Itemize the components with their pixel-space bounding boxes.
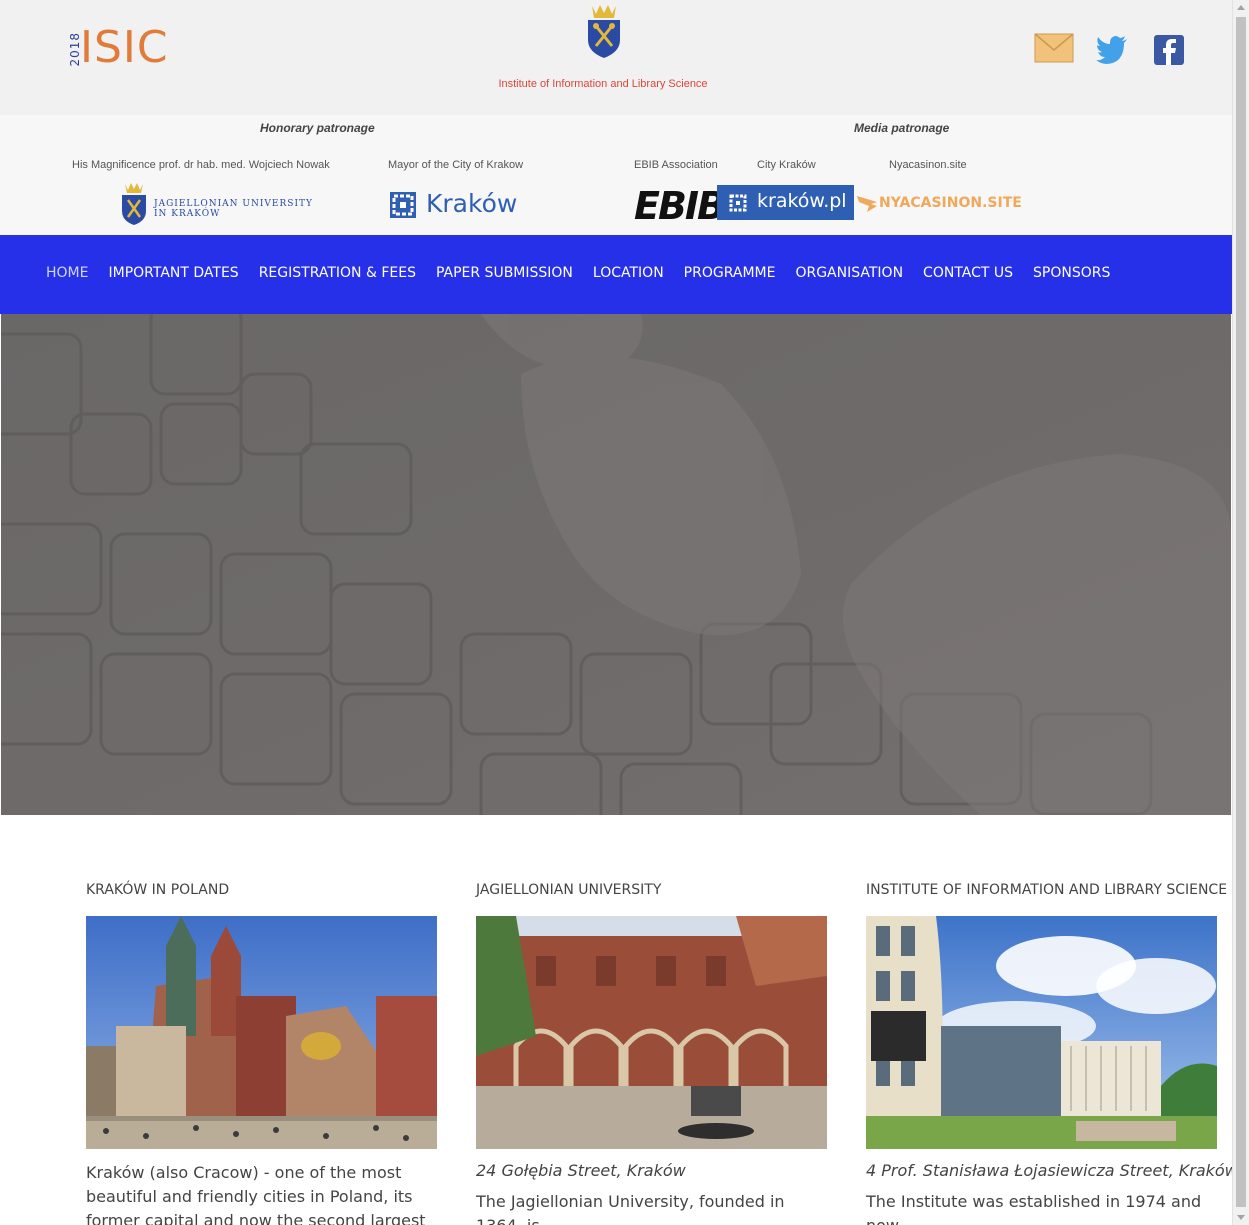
logo-text: NYACASINON.SITE: [879, 195, 1022, 211]
mail-icon[interactable]: [1034, 33, 1074, 63]
scroll-down-arrow-icon[interactable]: [1237, 1215, 1245, 1220]
logo-text: IN KRAKÓW: [154, 209, 221, 219]
top-header: 2018 ISIC Institute of Information and L…: [0, 0, 1232, 115]
keyboard-hero-image: [1, 314, 1231, 815]
column-description: The Institute was established in 1974 an…: [866, 1192, 1202, 1225]
nyacasinon-logo[interactable]: NYACASINON.SITE: [857, 193, 1022, 215]
nav-item-home[interactable]: HOME: [46, 265, 88, 281]
logo-text: JAGIELLONIAN UNIVERSITY: [154, 199, 313, 209]
logo-text: Kraków: [426, 189, 518, 218]
krakow-emblem-icon: [390, 192, 416, 218]
patron-label: Nyacasinon.site: [889, 159, 967, 171]
isic-logo[interactable]: 2018 ISIC: [68, 22, 188, 73]
column-title: INSTITUTE OF INFORMATION AND LIBRARY SCI…: [866, 882, 1228, 898]
honorary-patronage-title: Honorary patronage: [260, 121, 375, 135]
column-address: 24 Gołębia Street, Kraków: [476, 1161, 686, 1180]
nav-item-contact-us[interactable]: CONTACT US: [923, 265, 1013, 281]
logo-text: kraków.pl: [757, 190, 847, 212]
institute-building-photo: [866, 916, 1217, 1149]
nav-item-organisation[interactable]: ORGANISATION: [795, 265, 903, 281]
collegium-maius-photo: [476, 916, 827, 1149]
twitter-icon[interactable]: [1096, 36, 1128, 64]
patron-label: City Kraków: [757, 159, 816, 171]
column-description: The Jagiellonian University, founded in …: [476, 1192, 785, 1225]
nav-item-paper-submission[interactable]: PAPER SUBMISSION: [436, 265, 573, 281]
nav-item-location[interactable]: LOCATION: [593, 265, 664, 281]
column-krakow: KRAKÓW IN POLAND Kraków (also Cracow) - …: [86, 882, 438, 1225]
column-jagiellonian: JAGIELLONIAN UNIVERSITY 24 Gołębia Stree…: [476, 882, 828, 1225]
institute-name[interactable]: Institute of Information and Library Sci…: [450, 78, 756, 90]
column-title: JAGIELLONIAN UNIVERSITY: [476, 882, 662, 898]
patron-label: EBIB Association: [634, 159, 718, 171]
media-patronage-title: Media patronage: [854, 121, 950, 135]
patron-label: Mayor of the City of Krakow: [388, 159, 524, 171]
page-scrollbar[interactable]: [1232, 0, 1249, 1225]
hero-banner: [1, 314, 1231, 815]
column-title: KRAKÓW IN POLAND: [86, 882, 230, 898]
nav-item-important-dates[interactable]: IMPORTANT DATES: [108, 265, 238, 281]
krakow-emblem-icon: [729, 194, 747, 212]
column-address: 4 Prof. Stanisława Łojasiewicza Street, …: [866, 1161, 1238, 1180]
facebook-icon[interactable]: [1154, 35, 1184, 65]
krakow-city-logo[interactable]: Kraków: [390, 189, 520, 221]
column-description: Kraków (also Cracow) - one of the most b…: [86, 1163, 426, 1225]
wings-icon: [857, 196, 877, 212]
scrollbar-thumb[interactable]: [1236, 17, 1246, 1207]
university-crest-icon: [588, 5, 620, 58]
logo-name: ISIC: [80, 22, 169, 73]
main-navigation: HOME IMPORTANT DATES REGISTRATION & FEES…: [0, 235, 1232, 314]
patron-label: His Magnificence prof. dr hab. med. Wojc…: [72, 159, 330, 171]
university-crest-icon: [122, 183, 146, 225]
nav-item-programme[interactable]: PROGRAMME: [684, 265, 776, 281]
wawel-castle-photo: [86, 916, 437, 1149]
patronage-strip: Honorary patronage Media patronage His M…: [0, 115, 1232, 235]
nav-item-registration-fees[interactable]: REGISTRATION & FEES: [259, 265, 416, 281]
krakow-pl-logo[interactable]: kraków.pl: [717, 185, 854, 220]
jagiellonian-university-logo[interactable]: JAGIELLONIAN UNIVERSITY IN KRAKÓW: [120, 181, 312, 225]
scroll-up-arrow-icon[interactable]: [1237, 5, 1245, 10]
column-institute: INSTITUTE OF INFORMATION AND LIBRARY SCI…: [866, 882, 1238, 1225]
nav-item-sponsors[interactable]: SPONSORS: [1033, 265, 1110, 281]
